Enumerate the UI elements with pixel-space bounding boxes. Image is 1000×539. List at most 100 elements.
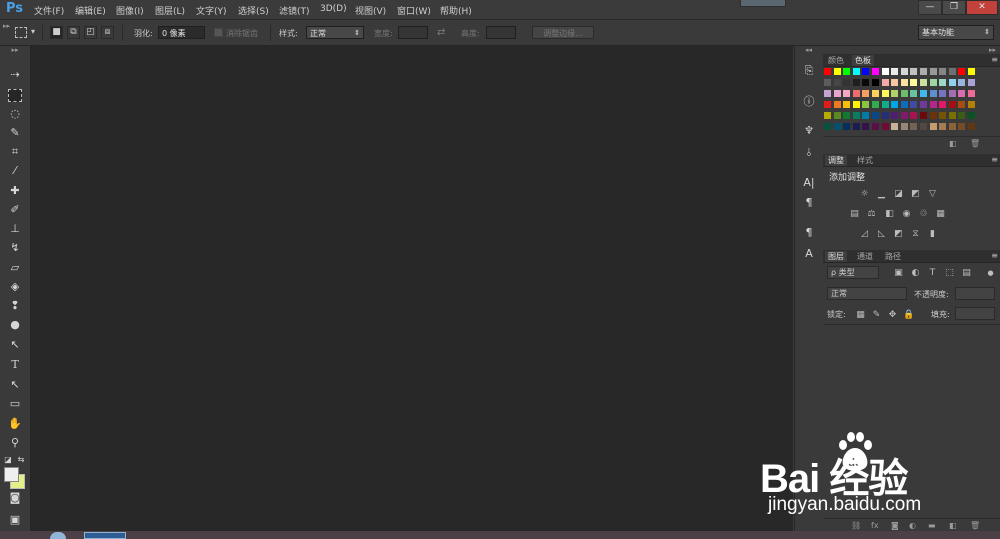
menu-select[interactable]: 选择(S) <box>238 4 269 17</box>
swatch[interactable] <box>929 112 937 119</box>
brush-panel-icon[interactable]: ♆ <box>800 123 818 139</box>
menu-type[interactable]: 文字(Y) <box>196 4 227 17</box>
invert-icon[interactable]: ◿ <box>859 229 870 239</box>
menu-layer[interactable]: 图层(L) <box>155 4 185 17</box>
new-swatch-icon[interactable]: ◧ <box>949 139 957 148</box>
swatch[interactable] <box>900 101 908 108</box>
swatch[interactable] <box>891 90 899 97</box>
collapse-grip-icon[interactable]: ◂◂ <box>805 46 812 54</box>
swatch[interactable] <box>968 90 975 97</box>
swatch[interactable] <box>833 123 841 130</box>
pen-tool-icon[interactable]: ↖ <box>4 336 26 353</box>
swatch[interactable] <box>891 68 899 75</box>
history-panel-icon[interactable]: ⎘ <box>800 63 818 79</box>
swatch[interactable] <box>968 68 975 75</box>
levels-icon[interactable]: ▁ <box>876 189 887 199</box>
swatch[interactable] <box>891 79 899 86</box>
posterize-icon[interactable]: ◺ <box>876 229 887 239</box>
eyedropper-tool-icon[interactable]: ⁄ <box>4 162 26 179</box>
add-mask-icon[interactable]: ◙ <box>891 521 899 530</box>
swatch[interactable] <box>843 123 851 130</box>
type-tool-icon[interactable]: T <box>4 356 26 373</box>
filter-adjustment-icon[interactable]: ◐ <box>910 268 921 278</box>
swatch[interactable] <box>872 90 879 97</box>
swatch[interactable] <box>843 112 851 119</box>
swatch[interactable] <box>900 90 908 97</box>
tab-color[interactable]: 颜色 <box>825 55 847 66</box>
swatch[interactable] <box>948 90 956 97</box>
fx-icon[interactable]: fx <box>871 521 879 530</box>
swatch[interactable] <box>910 79 918 86</box>
swatch[interactable] <box>843 90 851 97</box>
menu-view[interactable]: 视图(V) <box>355 4 386 17</box>
brush-tool-icon[interactable]: ✐ <box>4 201 26 218</box>
swatch[interactable] <box>968 101 975 108</box>
document-canvas-area[interactable] <box>31 46 793 539</box>
swatch[interactable] <box>881 79 889 86</box>
swatch[interactable] <box>824 90 831 97</box>
swatch[interactable] <box>833 68 841 75</box>
default-colors-icon[interactable]: ◪ <box>2 451 14 468</box>
menu-window[interactable]: 窗口(W) <box>397 4 431 17</box>
swatch[interactable] <box>958 101 966 108</box>
filter-shape-icon[interactable]: ⬚ <box>944 268 955 278</box>
swatch[interactable] <box>929 123 937 130</box>
swatch[interactable] <box>852 68 860 75</box>
eraser-tool-icon[interactable]: ▱ <box>4 259 26 276</box>
swatch[interactable] <box>862 101 870 108</box>
swatch[interactable] <box>843 68 851 75</box>
swatch[interactable] <box>881 123 889 130</box>
swatch[interactable] <box>920 68 927 75</box>
hand-tool-icon[interactable]: ✋ <box>4 415 26 432</box>
minimize-button[interactable]: — <box>918 0 942 15</box>
menu-edit[interactable]: 编辑(E) <box>75 4 106 17</box>
panel-menu-icon[interactable]: ≡ <box>991 55 998 64</box>
style-select[interactable]: 正常 ⇕ <box>306 26 364 39</box>
swatch[interactable] <box>900 123 908 130</box>
swatch[interactable] <box>862 68 870 75</box>
delete-layer-icon[interactable]: 🗑 <box>970 521 980 530</box>
swatch[interactable] <box>852 90 860 97</box>
swatch[interactable] <box>939 79 947 86</box>
new-selection-icon[interactable]: ■ <box>50 26 63 39</box>
new-layer-icon[interactable]: ◧ <box>949 521 957 530</box>
swatch[interactable] <box>968 123 975 130</box>
panel-menu-icon[interactable]: ≡ <box>991 155 998 164</box>
swatch[interactable] <box>852 112 860 119</box>
swatch[interactable] <box>881 68 889 75</box>
height-input[interactable] <box>486 26 516 39</box>
color-lookup-icon[interactable]: ▦ <box>935 209 946 219</box>
swatch[interactable] <box>939 101 947 108</box>
tab-layers[interactable]: 图层 <box>825 251 847 262</box>
swatch[interactable] <box>939 123 947 130</box>
quick-select-tool-icon[interactable]: ✎ <box>4 124 26 141</box>
character-styles-icon[interactable]: A <box>800 246 818 262</box>
swatch[interactable] <box>900 112 908 119</box>
swatch[interactable] <box>833 112 841 119</box>
blend-mode-select[interactable]: 正常 <box>827 287 907 300</box>
collapse-grip-icon[interactable]: ▸▸ <box>3 22 10 30</box>
swatch[interactable] <box>862 79 870 86</box>
swatch[interactable] <box>948 123 956 130</box>
tab-swatches[interactable]: 色板 <box>852 55 874 66</box>
swatch[interactable] <box>968 112 975 119</box>
swatch[interactable] <box>939 68 947 75</box>
filter-toggle-icon[interactable]: ● <box>985 268 996 278</box>
rectangle-tool-icon[interactable]: ▭ <box>4 395 26 412</box>
swatch[interactable] <box>910 68 918 75</box>
swatch[interactable] <box>872 79 879 86</box>
swatch[interactable] <box>910 90 918 97</box>
swatch[interactable] <box>872 123 879 130</box>
blur-tool-icon[interactable]: ❢ <box>4 297 26 314</box>
menu-3d[interactable]: 3D(D) <box>320 4 347 14</box>
hue-saturation-icon[interactable]: ▤ <box>849 209 860 219</box>
swatch[interactable] <box>910 112 918 119</box>
lock-position-icon[interactable]: ✥ <box>887 310 898 320</box>
swatch[interactable] <box>824 123 831 130</box>
swatch[interactable] <box>910 123 918 130</box>
tab-adjustments[interactable]: 调整 <box>825 155 847 166</box>
swatch[interactable] <box>929 68 937 75</box>
path-selection-tool-icon[interactable]: ↖ <box>4 376 26 393</box>
selective-color-icon[interactable]: ⧖ <box>910 229 921 239</box>
menu-filter[interactable]: 滤镜(T) <box>279 4 310 17</box>
